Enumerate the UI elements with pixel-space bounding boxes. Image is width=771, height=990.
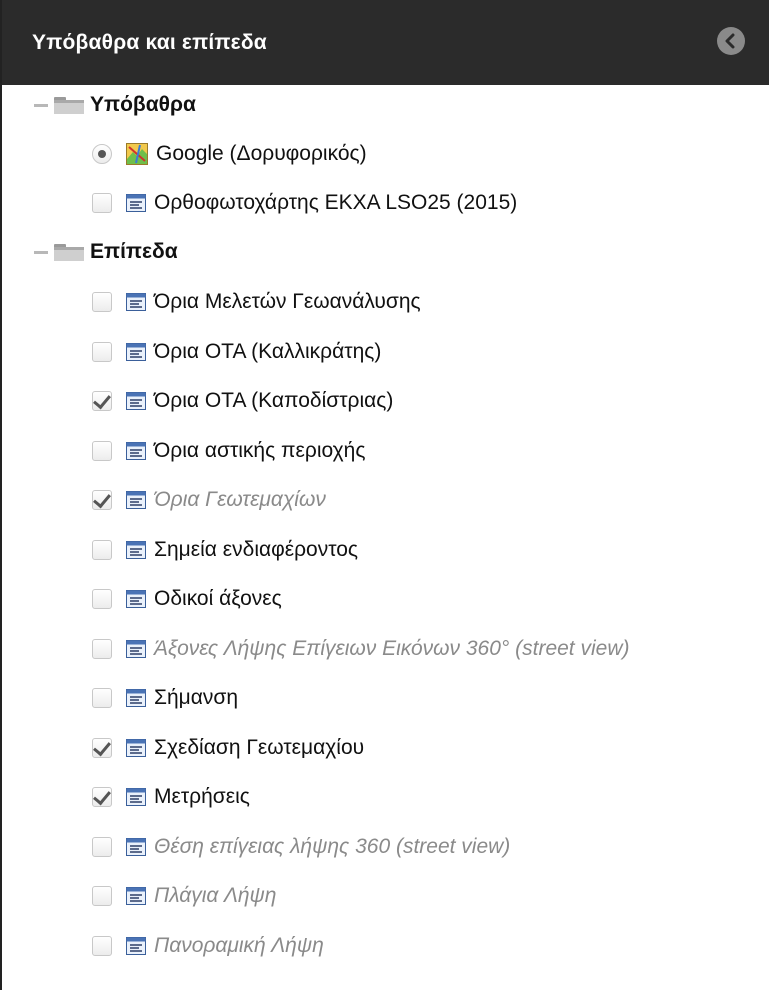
layer-item[interactable]: Όρια Μελετών Γεωανάλυσης <box>92 282 421 322</box>
layer-item[interactable]: Όρια ΟΤΑ (Καλλικράτης) <box>92 332 381 372</box>
layer-label: Ορθοφωτοχάρτης ΕΚΧΑ LSO25 (2015) <box>154 191 518 214</box>
layer-checkbox[interactable] <box>92 589 112 609</box>
layer-checkbox[interactable] <box>92 837 112 857</box>
panel-header: Υπόβαθρα και επίπεδα <box>2 0 769 85</box>
layer-item-google[interactable]: Google (Δορυφορικός) <box>92 134 367 174</box>
layer-item-orthophoto[interactable]: Ορθοφωτοχάρτης ΕΚΧΑ LSO25 (2015) <box>92 183 517 223</box>
layer-checkbox[interactable] <box>92 342 112 362</box>
chevron-left-circle-icon[interactable] <box>717 27 745 55</box>
layer-item[interactable]: Θέση επίγειας λήψης 360 (street view) <box>92 827 510 867</box>
group-layers[interactable]: Επίπεδα <box>34 232 178 272</box>
chevron-left-icon <box>725 33 735 49</box>
layer-icon <box>126 442 146 460</box>
layer-item[interactable]: Σήμανση <box>92 678 238 718</box>
layer-icon <box>126 392 146 410</box>
layer-label: Όρια ΟΤΑ (Καλλικράτης) <box>154 340 382 363</box>
group-label: Επίπεδα <box>90 240 178 263</box>
folder-icon <box>54 96 84 114</box>
layer-label: Θέση επίγειας λήψης 360 (street view) <box>154 835 511 858</box>
layer-icon <box>126 293 146 311</box>
layer-checkbox[interactable] <box>92 738 112 758</box>
collapse-minus-icon[interactable] <box>34 245 48 259</box>
layer-label: Όρια ΟΤΑ (Καποδίστριας) <box>154 389 394 412</box>
layer-checkbox[interactable] <box>92 193 112 213</box>
layer-label: Μετρήσεις <box>154 785 250 808</box>
layer-icon <box>126 937 146 955</box>
layer-label: Άξονες Λήψης Επίγειων Εικόνων 360° (stre… <box>154 637 630 660</box>
layer-label: Οδικοί άξονες <box>154 587 282 610</box>
layer-checkbox[interactable] <box>92 391 112 411</box>
layer-label: Σήμανση <box>154 686 239 709</box>
layer-icon <box>126 541 146 559</box>
layer-item[interactable]: Σημεία ενδιαφέροντος <box>92 530 358 570</box>
layer-item[interactable]: Μετρήσεις <box>92 777 250 817</box>
layer-label: Πλάγια Λήψη <box>154 884 277 907</box>
panel-title: Υπόβαθρα και επίπεδα <box>32 30 267 54</box>
collapse-minus-icon[interactable] <box>34 98 48 112</box>
layer-icon <box>126 640 146 658</box>
group-label: Υπόβαθρα <box>90 93 196 116</box>
layer-checkbox[interactable] <box>92 936 112 956</box>
layer-radio[interactable] <box>92 144 112 164</box>
map-icon <box>126 143 148 165</box>
layer-item[interactable]: Όρια ΟΤΑ (Καποδίστριας) <box>92 381 393 421</box>
layer-icon <box>126 788 146 806</box>
layer-icon <box>126 887 146 905</box>
layer-label: Όρια αστικής περιοχής <box>154 439 366 462</box>
layer-label: Όρια Μελετών Γεωανάλυσης <box>154 290 421 313</box>
layer-icon <box>126 343 146 361</box>
layer-icon <box>126 590 146 608</box>
layer-checkbox[interactable] <box>92 639 112 659</box>
layer-label: Σημεία ενδιαφέροντος <box>154 538 359 561</box>
layer-item[interactable]: Πλάγια Λήψη <box>92 876 276 916</box>
layer-checkbox[interactable] <box>92 688 112 708</box>
layer-item[interactable]: Οδικοί άξονες <box>92 579 282 619</box>
folder-icon <box>54 243 84 261</box>
layer-icon <box>126 194 146 212</box>
layer-checkbox[interactable] <box>92 490 112 510</box>
layer-checkbox[interactable] <box>92 441 112 461</box>
layer-item[interactable]: Πανοραμική Λήψη <box>92 926 324 966</box>
layer-icon <box>126 491 146 509</box>
group-basemaps[interactable]: Υπόβαθρα <box>34 85 196 125</box>
layer-checkbox[interactable] <box>92 886 112 906</box>
layer-item[interactable]: Όρια Γεωτεμαχίων <box>92 480 326 520</box>
layer-item[interactable]: Σχεδίαση Γεωτεμαχίου <box>92 728 364 768</box>
layer-icon <box>126 689 146 707</box>
layer-checkbox[interactable] <box>92 787 112 807</box>
layer-icon <box>126 838 146 856</box>
layer-checkbox[interactable] <box>92 540 112 560</box>
layer-label: Google (Δορυφορικός) <box>156 142 367 165</box>
layer-label: Σχεδίαση Γεωτεμαχίου <box>154 736 365 759</box>
layer-checkbox[interactable] <box>92 292 112 312</box>
layer-label: Όρια Γεωτεμαχίων <box>154 488 326 511</box>
layer-item[interactable]: Άξονες Λήψης Επίγειων Εικόνων 360° (stre… <box>92 629 629 669</box>
layer-icon <box>126 739 146 757</box>
layer-item[interactable]: Όρια αστικής περιοχής <box>92 431 365 471</box>
layers-panel: Υπόβαθρα και επίπεδα Υπόβαθρα Google (Δο… <box>0 0 769 990</box>
layer-label: Πανοραμική Λήψη <box>154 934 324 957</box>
